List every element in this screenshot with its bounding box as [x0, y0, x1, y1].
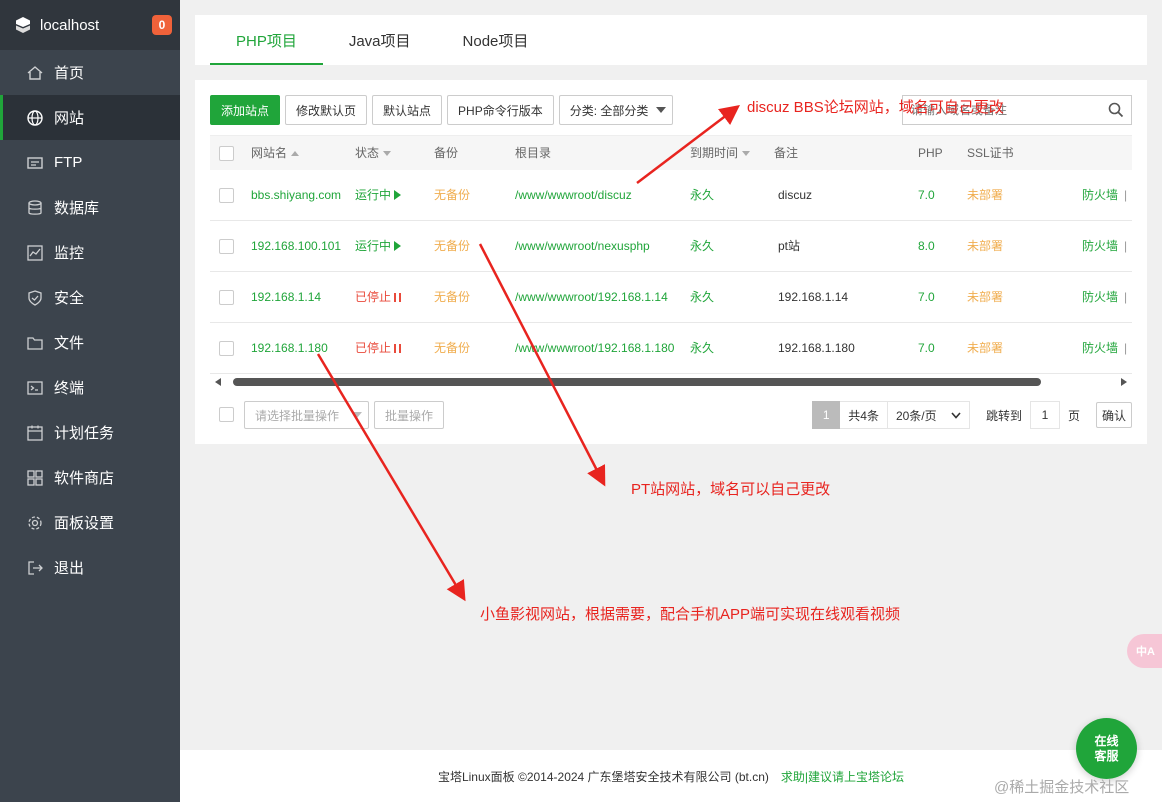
watermark: @稀土掘金技术社区 — [994, 779, 1130, 796]
annotation-pt: PT站网站，域名可以自己更改 — [631, 481, 831, 498]
fab-line2: 客服 — [1094, 748, 1119, 763]
arrow-to-discuz-note — [636, 104, 740, 184]
annotation-discuz: discuz BBS论坛网站，域名可自己更改 — [747, 99, 1004, 116]
fab-line1: 在线 — [1094, 733, 1119, 748]
arrow-to-fish-note — [316, 353, 466, 602]
online-service-button[interactable]: 在线 客服 — [1076, 718, 1137, 779]
translate-badge[interactable]: 中A — [1127, 634, 1162, 668]
arrow-to-pt-note — [478, 243, 606, 487]
forum-link[interactable]: 求助|建议请上宝塔论坛 — [781, 768, 904, 785]
annotation-arrows — [316, 104, 740, 602]
annotation-fish: 小鱼影视网站，根据需要，配合手机APP端可实现在线观看视频 — [480, 606, 901, 623]
copyright-text: 宝塔Linux面板 ©2014-2024 广东堡塔安全技术有限公司 (bt.cn… — [437, 769, 769, 784]
